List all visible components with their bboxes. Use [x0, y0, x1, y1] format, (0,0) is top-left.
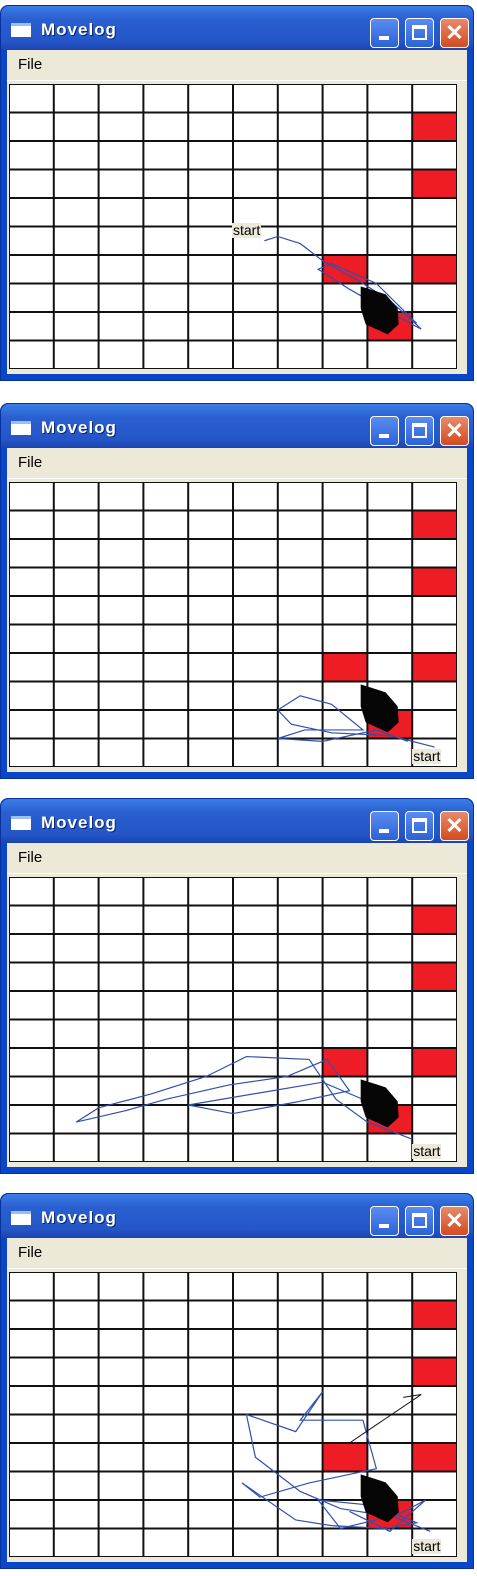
- movement-grid: start: [9, 482, 457, 767]
- client-area: File start: [7, 448, 467, 772]
- start-label: start: [232, 221, 262, 238]
- movement-grid: start: [9, 1272, 457, 1557]
- robot-blob: [360, 684, 399, 733]
- client-area: File start: [7, 1238, 467, 1562]
- robot-blob: [360, 1079, 399, 1128]
- robot-blob: [360, 1474, 399, 1523]
- menu-file[interactable]: File: [18, 1244, 42, 1261]
- red-cell: [412, 1357, 457, 1386]
- close-icon: ✕: [445, 1208, 464, 1233]
- maximize-button[interactable]: [405, 416, 434, 446]
- window-title: Movelog: [41, 418, 117, 437]
- grid-canvas: [9, 877, 457, 1162]
- red-cell: [412, 510, 457, 539]
- minimize-button[interactable]: [370, 416, 399, 446]
- minimize-button[interactable]: [370, 811, 399, 841]
- maximize-button[interactable]: [405, 1206, 434, 1236]
- minimize-button[interactable]: [370, 18, 399, 48]
- red-cell: [412, 1443, 457, 1472]
- menu-bar: File: [7, 50, 467, 81]
- close-button[interactable]: ✕: [440, 416, 469, 446]
- close-icon: ✕: [445, 418, 464, 443]
- title-bar[interactable]: Movelog ✕: [1, 404, 473, 448]
- menu-file[interactable]: File: [18, 849, 42, 866]
- start-label: start: [412, 1142, 442, 1159]
- movelog-window: Movelog ✕ File start: [0, 798, 474, 1174]
- red-cell: [412, 567, 457, 596]
- client-area: File start: [7, 50, 467, 374]
- app-window-icon: [11, 421, 31, 435]
- red-cell: [322, 653, 368, 682]
- close-button[interactable]: ✕: [440, 1206, 469, 1236]
- menu-bar: File: [7, 1238, 467, 1269]
- window-title: Movelog: [41, 813, 117, 832]
- start-label: start: [412, 747, 442, 764]
- close-icon: ✕: [445, 20, 464, 45]
- maximize-button[interactable]: [405, 18, 434, 48]
- close-button[interactable]: ✕: [440, 18, 469, 48]
- title-bar[interactable]: Movelog ✕: [1, 1194, 473, 1238]
- close-button[interactable]: ✕: [440, 811, 469, 841]
- robot-blob: [360, 286, 399, 335]
- close-icon: ✕: [445, 813, 464, 838]
- red-cell: [412, 112, 457, 141]
- minimize-button[interactable]: [370, 1206, 399, 1236]
- red-cell: [412, 962, 457, 991]
- movelog-window: Movelog ✕ File start: [0, 403, 474, 779]
- grid-canvas: [9, 1272, 457, 1557]
- movement-grid: start: [9, 877, 457, 1162]
- window-title: Movelog: [41, 20, 117, 39]
- movelog-window: Movelog ✕ File start: [0, 5, 474, 381]
- red-cell: [412, 1048, 457, 1077]
- maximize-button[interactable]: [405, 811, 434, 841]
- start-label: start: [412, 1537, 442, 1554]
- menu-file[interactable]: File: [18, 454, 42, 471]
- arrow: [349, 1394, 422, 1444]
- movelog-window: Movelog ✕ File start: [0, 1193, 474, 1569]
- window-title: Movelog: [41, 1208, 117, 1227]
- red-cell: [322, 1443, 368, 1472]
- grid-canvas: [9, 482, 457, 767]
- red-cell: [412, 653, 457, 682]
- menu-bar: File: [7, 448, 467, 479]
- app-window-icon: [11, 1211, 31, 1225]
- title-bar[interactable]: Movelog ✕: [1, 6, 473, 50]
- red-cell: [412, 905, 457, 934]
- title-bar[interactable]: Movelog ✕: [1, 799, 473, 843]
- red-cell: [412, 1300, 457, 1329]
- movement-grid: start: [9, 84, 457, 369]
- menu-bar: File: [7, 843, 467, 874]
- client-area: File start: [7, 843, 467, 1167]
- app-window-icon: [11, 23, 31, 37]
- red-cell: [412, 255, 457, 284]
- red-cell: [412, 169, 457, 198]
- menu-file[interactable]: File: [18, 56, 42, 73]
- app-window-icon: [11, 816, 31, 830]
